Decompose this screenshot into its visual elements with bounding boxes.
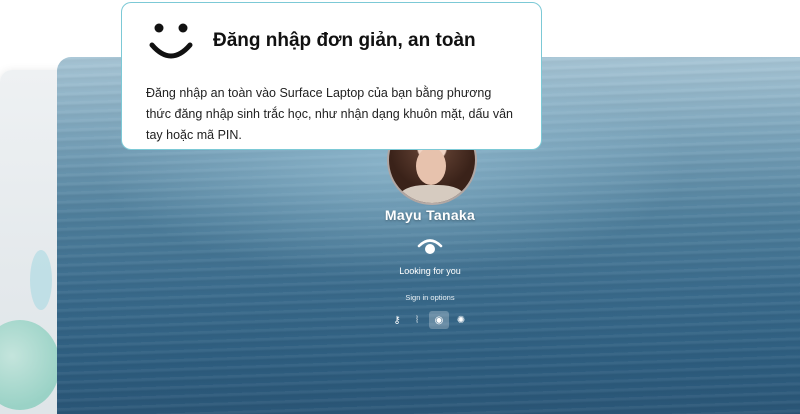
avatar-shirt [399,185,465,203]
security-key-icon[interactable]: ✺ [451,311,471,329]
sign-in-options-link[interactable]: Sign in options [330,293,530,302]
callout-description: Đăng nhập an toàn vào Surface Laptop của… [146,86,513,142]
decorative-blob [0,320,60,410]
user-name: Mayu Tanaka [384,207,476,223]
face-recognition-icon [417,239,443,254]
fingerprint-icon[interactable]: ⦚ [407,311,427,329]
decorative-blob [30,250,52,310]
status-text: Looking for you [399,266,461,276]
callout-title: Đăng nhập đơn giản, an toàn [213,30,476,51]
face-recognition-option-icon[interactable]: ◉ [429,311,449,329]
feature-callout-card: Đăng nhập đơn giản, an toàn Đăng nhập an… [121,2,542,150]
key-icon[interactable]: ⚷ [387,311,407,329]
avatar-face [416,147,446,185]
smiley-icon [149,23,193,59]
